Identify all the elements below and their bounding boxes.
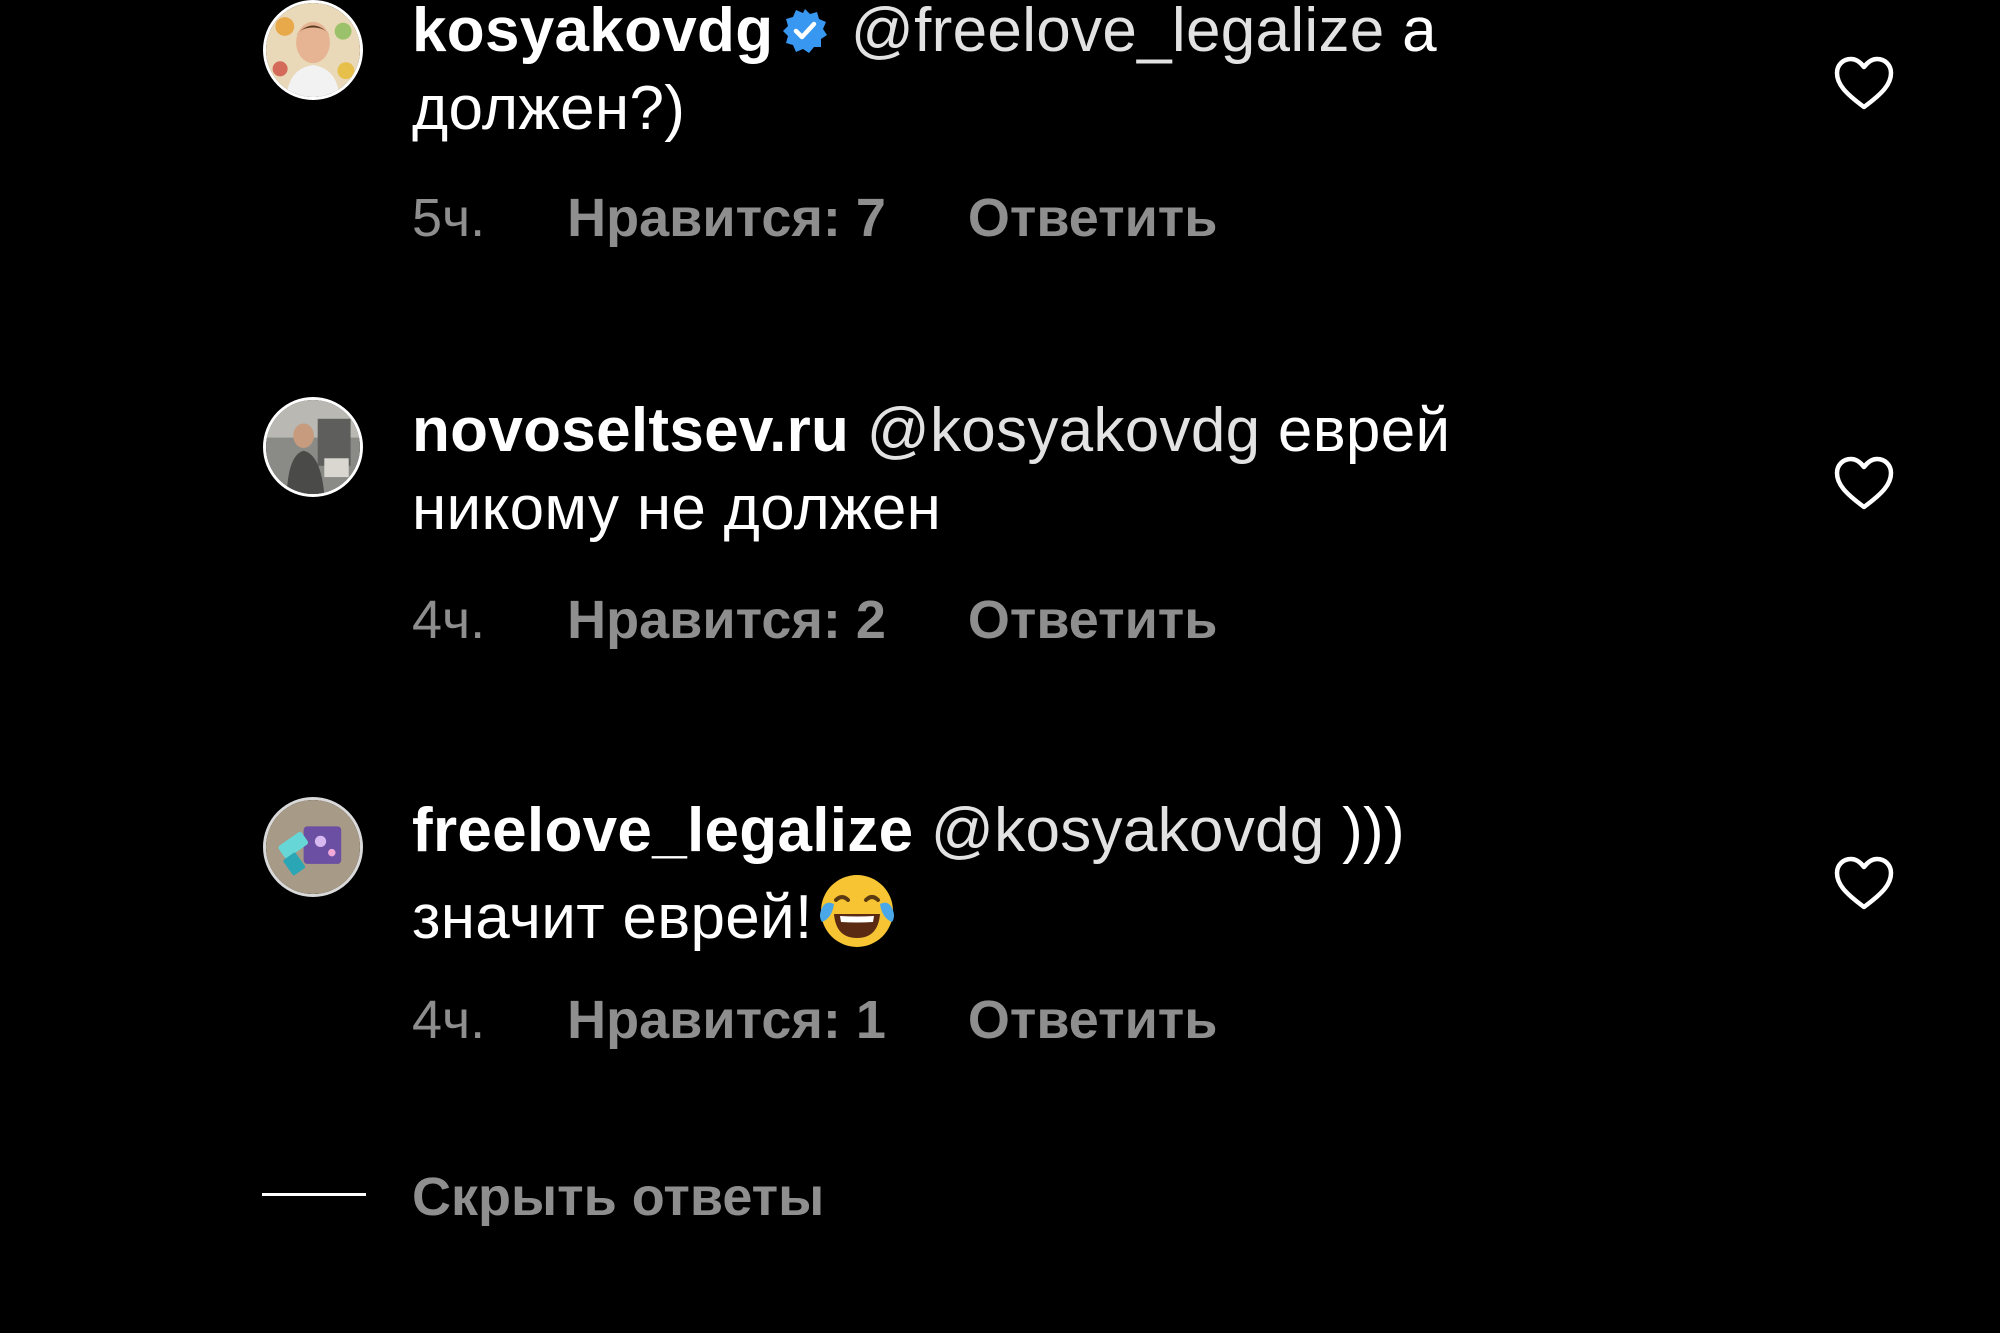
person-photo-avatar-icon [266, 400, 360, 494]
avatar[interactable] [263, 0, 363, 100]
comment-username[interactable]: novoseltsev.ru [412, 396, 849, 465]
face-with-tears-of-joy-icon [816, 870, 898, 952]
comment-meta: 5ч. Нравится: 7 Ответить [412, 188, 1217, 248]
comment-likes[interactable]: Нравится: 2 [567, 590, 886, 650]
reply-button[interactable]: Ответить [968, 188, 1218, 248]
comment-time: 5ч. [412, 188, 486, 248]
illustration-avatar-icon [266, 800, 360, 894]
replies-divider-line [262, 1193, 366, 1196]
reply-button[interactable]: Ответить [968, 590, 1218, 650]
hide-replies-button[interactable]: Скрыть ответы [262, 1167, 962, 1237]
comment-time: 4ч. [412, 590, 486, 650]
comment-time: 4ч. [412, 990, 486, 1050]
heart-outline-icon[interactable] [1833, 855, 1895, 911]
comment-mention[interactable]: @kosyakovdg [867, 396, 1261, 465]
comment-likes[interactable]: Нравится: 7 [567, 188, 886, 248]
comment-mention[interactable]: @kosyakovdg [931, 796, 1325, 865]
comment-likes[interactable]: Нравится: 1 [567, 990, 886, 1050]
comment-mention[interactable]: @freelove_legalize [851, 0, 1385, 65]
comment-text: kosyakovdg @freelove_legalize а должен?) [412, 0, 1592, 148]
avatar[interactable] [263, 797, 363, 897]
heart-outline-icon[interactable] [1833, 455, 1895, 511]
person-photo-avatar-icon [266, 3, 360, 97]
heart-outline-icon[interactable] [1833, 55, 1895, 111]
comment-text-line2: значит еврей! [412, 883, 813, 952]
comment-text: novoseltsev.ru @kosyakovdg еврей никому … [412, 392, 1592, 548]
comment-text-line1: еврей [1260, 396, 1451, 465]
hide-replies-label: Скрыть ответы [412, 1167, 825, 1227]
comment-text: freelove_legalize @kosyakovdg ))) значит… [412, 792, 1592, 957]
reply-button[interactable]: Ответить [968, 990, 1218, 1050]
comment-username[interactable]: freelove_legalize [412, 796, 913, 865]
comment-meta: 4ч. Нравится: 1 Ответить [412, 990, 1217, 1050]
avatar[interactable] [263, 397, 363, 497]
verified-badge-icon [781, 7, 829, 55]
comment-text-line2: никому не должен [412, 474, 942, 543]
comment-text-line1: ))) [1324, 796, 1405, 865]
comment-text-line2: должен?) [412, 74, 686, 143]
comment-text-line1: а [1384, 0, 1437, 65]
comment-username[interactable]: kosyakovdg [412, 0, 773, 65]
comment-meta: 4ч. Нравится: 2 Ответить [412, 590, 1217, 650]
